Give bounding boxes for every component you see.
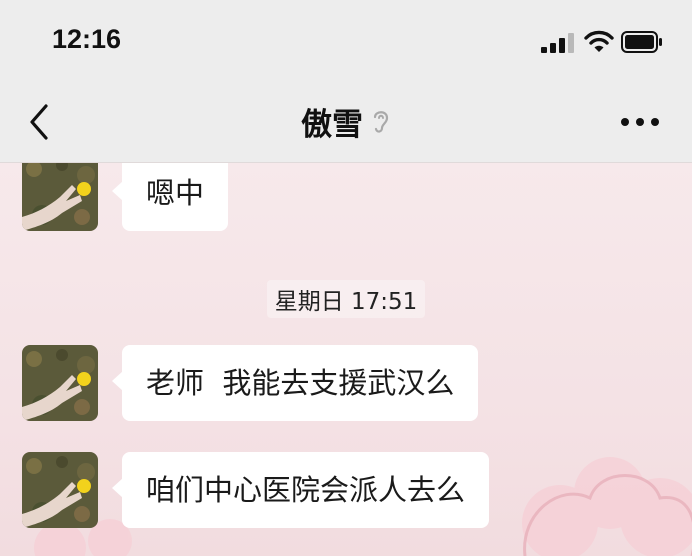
- chat-title: 傲雪: [301, 106, 363, 143]
- avatar[interactable]: [22, 452, 98, 528]
- message-bubble[interactable]: 嗯中: [111, 163, 229, 231]
- timestamp-text: 星期日 17:51: [266, 280, 426, 318]
- wifi-icon: [584, 30, 614, 52]
- avatar[interactable]: [22, 163, 98, 231]
- avatar[interactable]: [22, 345, 98, 421]
- chat-area[interactable]: 嗯中 星期日 17:51 老师 我能去支援武汉么 咱们中心医院会派人去么: [0, 163, 692, 556]
- ear-icon: [373, 111, 389, 133]
- nav-bar: 傲雪: [0, 80, 692, 163]
- status-time: 12:16: [52, 24, 122, 54]
- message-bubble[interactable]: 咱们中心医院会派人去么: [111, 452, 490, 528]
- battery-icon: [621, 31, 662, 53]
- more-options-button[interactable]: [620, 116, 660, 128]
- cellular-signal-icon: [541, 33, 574, 53]
- message-bubble[interactable]: 老师 我能去支援武汉么: [111, 345, 479, 421]
- back-button[interactable]: [26, 102, 54, 142]
- timestamp: 星期日 17:51: [0, 280, 692, 318]
- title-group: 傲雪: [0, 80, 692, 162]
- status-bar: 12:16: [0, 0, 692, 80]
